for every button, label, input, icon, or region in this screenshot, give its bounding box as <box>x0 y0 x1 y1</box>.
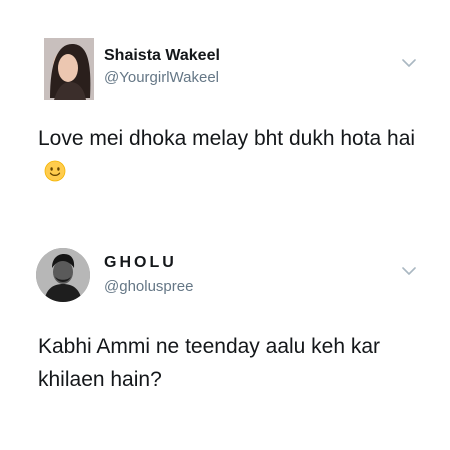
display-name[interactable]: GHOLU <box>104 254 177 272</box>
slightly-smiling-face-icon <box>44 160 66 182</box>
avatar[interactable] <box>36 248 90 302</box>
tweet-text-content: Kabhi Ammi ne teenday aalu keh kar khila… <box>38 335 381 391</box>
tweet-text: Kabhi Ammi ne teenday aalu keh kar khila… <box>38 330 428 396</box>
user-handle[interactable]: @YourgirlWakeel <box>104 69 219 86</box>
chevron-down-icon[interactable] <box>402 266 416 276</box>
tweet-text-content: Love mei dhoka melay bht dukh hota hai <box>38 127 416 150</box>
profile-photo-icon <box>44 38 94 100</box>
profile-photo-icon <box>36 248 90 302</box>
chevron-down-icon[interactable] <box>402 58 416 68</box>
user-handle[interactable]: @gholuspree <box>104 278 193 295</box>
avatar[interactable] <box>44 38 94 100</box>
display-name[interactable]: Shaista Wakeel <box>104 47 220 65</box>
tweet-text: Love mei dhoka melay bht dukh hota hai <box>38 122 428 188</box>
